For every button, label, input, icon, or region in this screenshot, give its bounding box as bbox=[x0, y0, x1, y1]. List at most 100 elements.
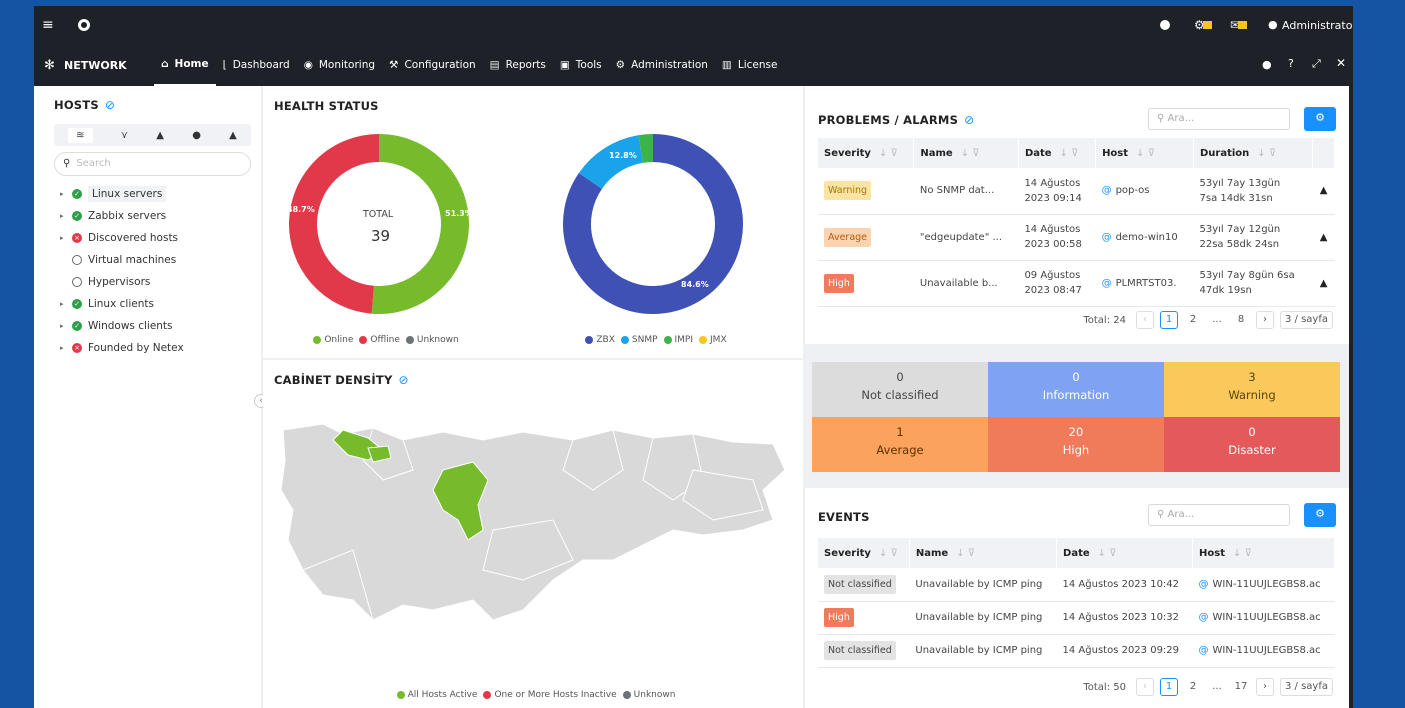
online-slice[interactable] bbox=[371, 134, 469, 314]
nav-item-license[interactable]: ▥ License bbox=[715, 44, 785, 86]
table-row[interactable]: Not classified Unavailable by ICMP ping 14… bbox=[818, 634, 1335, 668]
help-icon[interactable]: ? bbox=[1288, 57, 1294, 70]
nav-item-dashboard[interactable]: ⌊ Dashboard bbox=[216, 44, 297, 86]
host-link[interactable]: WIN-11UUJLEGBS8.ac bbox=[1213, 645, 1321, 656]
next-page-button[interactable]: › bbox=[1256, 311, 1274, 329]
legend-label[interactable]: JMX bbox=[710, 335, 727, 345]
sort-icon[interactable]: ↓ ⊽ bbox=[1060, 148, 1079, 159]
events-search-input[interactable]: ⚲ Ara... bbox=[1148, 504, 1290, 526]
page-button[interactable]: ... bbox=[1208, 311, 1226, 329]
link-icon[interactable]: ⊘ bbox=[964, 113, 974, 127]
caret-right-icon[interactable]: ▸ bbox=[60, 344, 72, 352]
hosts-search-input[interactable]: ⚲ Search bbox=[54, 152, 251, 176]
severity-tile[interactable]: 0 Not classified bbox=[812, 362, 988, 417]
legend-label[interactable]: Unknown bbox=[417, 335, 459, 345]
link-icon[interactable]: ⊘ bbox=[105, 98, 115, 112]
ipmi-slice[interactable] bbox=[638, 134, 654, 163]
clock-icon[interactable]: ● bbox=[192, 130, 201, 141]
host-link[interactable]: WIN-11UUJLEGBS8.ac bbox=[1213, 579, 1321, 590]
column-header[interactable]: Host ↓ ⊽ bbox=[1192, 538, 1335, 568]
column-header[interactable]: Severity ↓ ⊽ bbox=[818, 538, 910, 568]
legend-label[interactable]: Unknown bbox=[634, 690, 676, 700]
problems-search-input[interactable]: ⚲ Ara... bbox=[1148, 108, 1290, 130]
sort-icon[interactable]: ↓ ⊽ bbox=[879, 148, 898, 159]
sort-icon[interactable]: ↓ ⊽ bbox=[1257, 148, 1276, 159]
table-row[interactable]: High Unavailable by ICMP ping 14 Ağustos 2… bbox=[818, 601, 1335, 635]
problems-settings-button[interactable]: ⚙ bbox=[1304, 107, 1336, 131]
page-button[interactable]: 1 bbox=[1160, 311, 1178, 329]
profile-icon[interactable]: ● bbox=[1262, 58, 1272, 71]
column-header[interactable]: Date ↓ ⊽ bbox=[1018, 138, 1097, 168]
column-header[interactable]: Host ↓ ⊽ bbox=[1095, 138, 1194, 168]
prev-page-button[interactable]: ‹ bbox=[1136, 678, 1154, 696]
severity-tile[interactable]: 20 High bbox=[988, 417, 1164, 472]
column-header[interactable]: Severity ↓ ⊽ bbox=[818, 138, 915, 168]
legend-label[interactable]: Offline bbox=[370, 335, 400, 345]
legend-label[interactable]: One or More Hosts Inactive bbox=[494, 690, 616, 700]
globe-icon[interactable] bbox=[1160, 20, 1170, 30]
legend-label[interactable]: IMPI bbox=[675, 335, 694, 345]
turkey-map[interactable] bbox=[273, 410, 793, 680]
eye-icon[interactable] bbox=[78, 19, 90, 31]
user-icon[interactable]: ● bbox=[1268, 18, 1278, 31]
caret-right-icon[interactable]: ▸ bbox=[60, 212, 72, 220]
page-button[interactable]: 2 bbox=[1184, 678, 1202, 696]
hamburger-icon[interactable]: ≡ bbox=[42, 17, 54, 33]
page-button[interactable]: 2 bbox=[1184, 311, 1202, 329]
column-header[interactable]: Date ↓ ⊽ bbox=[1056, 538, 1194, 568]
caret-right-icon[interactable]: ▸ bbox=[60, 300, 72, 308]
layers-icon[interactable]: ≋ bbox=[68, 127, 93, 143]
legend-label[interactable]: ZBX bbox=[596, 335, 615, 345]
bell-icon[interactable]: ▲ bbox=[1320, 232, 1328, 243]
host-link[interactable]: WIN-11UUJLEGBS8.ac bbox=[1213, 612, 1321, 623]
settings-notification-icon[interactable]: ⚙ bbox=[1194, 18, 1212, 32]
chat-notification-icon[interactable]: ✉ bbox=[1230, 18, 1248, 32]
severity-tile[interactable]: 0 Disaster bbox=[1164, 417, 1340, 472]
fullscreen-icon[interactable]: ⤢ bbox=[1312, 57, 1321, 71]
host-group-item[interactable]: ▸ ✓ Linux servers bbox=[60, 183, 250, 205]
host-link[interactable]: demo-win10 bbox=[1116, 232, 1178, 243]
nav-item-home[interactable]: ⌂ Home bbox=[154, 44, 216, 86]
tools-icon[interactable]: ✕ bbox=[1336, 56, 1346, 70]
page-size-select[interactable]: 3 / sayfa bbox=[1280, 311, 1333, 329]
nav-item-tools[interactable]: ▣ Tools bbox=[553, 44, 609, 86]
table-row[interactable]: Not classified Unavailable by ICMP ping 14… bbox=[818, 568, 1335, 602]
table-row[interactable]: High Unavailable b... 09 Ağustos 2023 08:47… bbox=[818, 260, 1335, 307]
host-group-item[interactable]: ▸ × Discovered hosts bbox=[60, 227, 250, 249]
sort-icon[interactable]: ↓ ⊽ bbox=[961, 148, 980, 159]
column-header[interactable]: Duration ↓ ⊽ bbox=[1193, 138, 1314, 168]
prev-page-button[interactable]: ‹ bbox=[1136, 311, 1154, 329]
events-settings-button[interactable]: ⚙ bbox=[1304, 503, 1336, 527]
legend-label[interactable]: Online bbox=[324, 335, 353, 345]
host-link[interactable]: pop-os bbox=[1116, 185, 1150, 196]
nav-item-administration[interactable]: ⚙ Administration bbox=[609, 44, 715, 86]
severity-tile[interactable]: 1 Average bbox=[812, 417, 988, 472]
table-row[interactable]: Warning No SNMP dat... 14 Ağustos 2023 09:1… bbox=[818, 168, 1335, 215]
page-button[interactable]: 1 bbox=[1160, 678, 1178, 696]
table-row[interactable]: Average "edgeupdate" ... 14 Ağustos 2023 00… bbox=[818, 214, 1335, 261]
host-group-item[interactable]: ▸ ✓ Linux clients bbox=[60, 293, 250, 315]
nav-item-reports[interactable]: ▤ Reports bbox=[483, 44, 553, 86]
sort-icon[interactable]: ↓ ⊽ bbox=[1136, 148, 1155, 159]
bell-icon[interactable]: ▲ bbox=[1320, 185, 1328, 196]
column-header[interactable]: Name ↓ ⊽ bbox=[913, 138, 1019, 168]
page-button[interactable]: 8 bbox=[1232, 311, 1250, 329]
caret-right-icon[interactable]: ▸ bbox=[60, 322, 72, 330]
sort-icon[interactable]: ↓ ⊽ bbox=[879, 548, 898, 559]
host-link[interactable]: PLMRTST03. bbox=[1116, 278, 1177, 289]
sort-icon[interactable]: ↓ ⊽ bbox=[956, 548, 975, 559]
nav-item-monitoring[interactable]: ◉ Monitoring bbox=[297, 44, 382, 86]
host-group-item[interactable]: ▸ ✓ Zabbix servers bbox=[60, 205, 250, 227]
caret-right-icon[interactable]: ▸ bbox=[60, 234, 72, 242]
host-group-item[interactable]: ▸ ✓ Windows clients bbox=[60, 315, 250, 337]
page-button[interactable]: 17 bbox=[1232, 678, 1250, 696]
nav-item-configuration[interactable]: ⚒ Configuration bbox=[382, 44, 483, 86]
page-size-select[interactable]: 3 / sayfa bbox=[1280, 678, 1333, 696]
offline-slice[interactable] bbox=[289, 134, 380, 314]
alarm-icon[interactable]: ▲ bbox=[229, 130, 237, 141]
host-group-item[interactable]: Virtual machines bbox=[60, 249, 250, 271]
severity-tile[interactable]: 0 Information bbox=[988, 362, 1164, 417]
link-icon[interactable]: ⊘ bbox=[398, 373, 408, 387]
legend-label[interactable]: All Hosts Active bbox=[408, 690, 478, 700]
bell-icon[interactable]: ▲ bbox=[156, 130, 164, 141]
